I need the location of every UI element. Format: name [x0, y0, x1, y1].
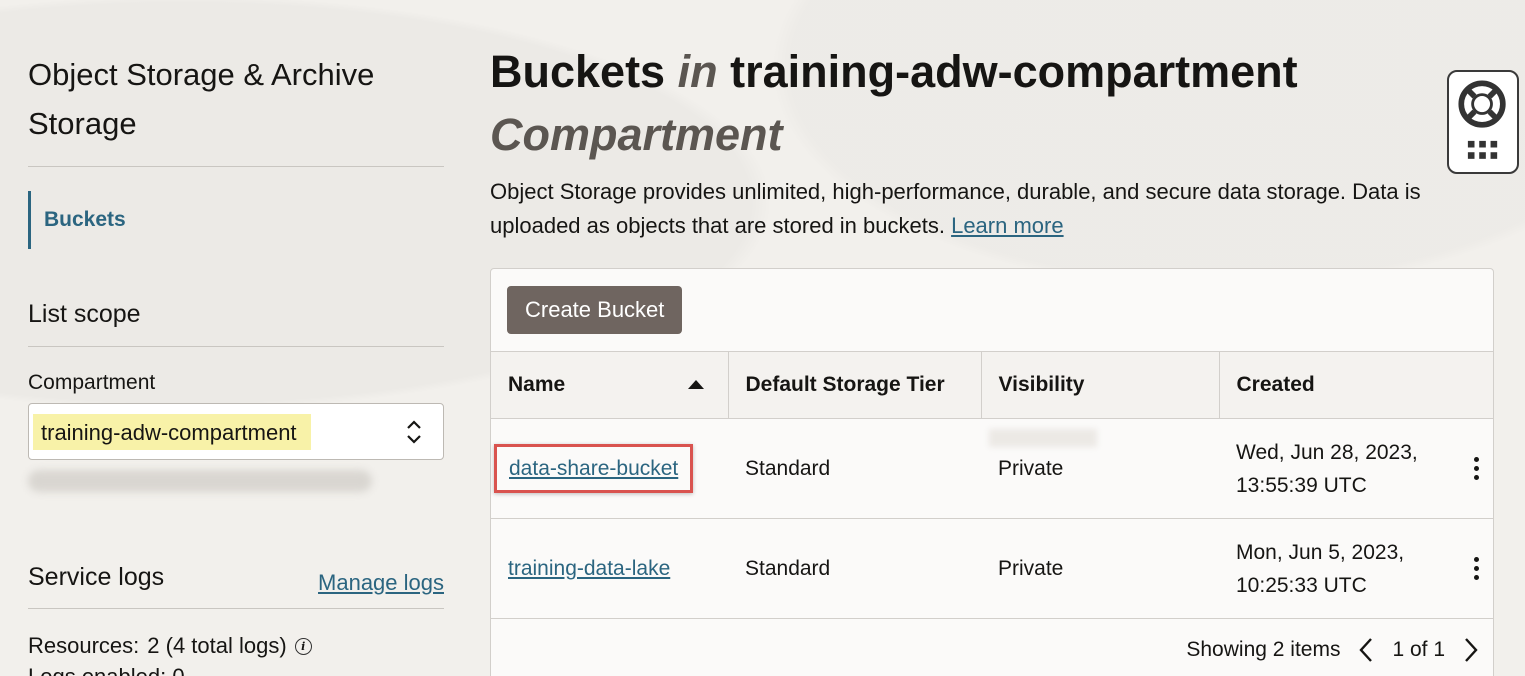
cell-created: Wed, Jun 28, 2023, 13:55:39 UTC: [1219, 418, 1493, 519]
table-row: training-data-lake Standard Private Mon,…: [491, 518, 1493, 619]
resources-value: 2 (4 total logs): [147, 633, 287, 658]
next-page-icon[interactable]: [1463, 637, 1479, 663]
bucket-link[interactable]: data-share-bucket: [509, 457, 678, 480]
lifebuoy-icon: [1458, 80, 1506, 159]
highlight-callout: data-share-bucket: [494, 444, 694, 493]
created-date: Mon, Jun 5, 2023,: [1236, 540, 1405, 564]
showing-count: Showing 2 items: [1186, 638, 1341, 661]
page-title: Buckets in training-adw-compartment Comp…: [490, 40, 1330, 166]
bucket-link[interactable]: training-data-lake: [508, 557, 670, 580]
create-bucket-button[interactable]: Create Bucket: [507, 286, 683, 334]
cell-name: training-data-lake: [491, 518, 728, 619]
divider: [28, 608, 444, 609]
list-scope-heading: List scope: [28, 300, 141, 328]
compartment-select[interactable]: training-adw-compartment: [28, 403, 444, 460]
cell-created: Mon, Jun 5, 2023, 10:25:33 UTC: [1219, 518, 1493, 619]
divider: [28, 346, 444, 347]
buckets-table: Name Default Storage Tier Visibility Cre…: [491, 351, 1493, 619]
resources-summary: Resources: 2 (4 total logs) i: [28, 633, 312, 659]
logs-enabled-value: 0: [172, 664, 184, 676]
buckets-table-panel: Create Bucket Name Default Storage Tier …: [490, 268, 1494, 676]
title-prefix: Buckets: [490, 46, 666, 97]
pagination: Showing 2 items 1 of 1: [1186, 637, 1479, 663]
column-header-visibility: Visibility: [980, 351, 1219, 419]
page-indicator: 1 of 1: [1392, 638, 1445, 661]
table-header-row: Name Default Storage Tier Visibility Cre…: [491, 351, 1493, 419]
compartment-select-value: training-adw-compartment: [33, 413, 311, 450]
column-header-name-label: Name: [508, 373, 566, 396]
created-time: 13:55:39 UTC: [1236, 473, 1367, 497]
info-icon[interactable]: i: [294, 637, 312, 655]
page-description: Object Storage provides unlimited, high-…: [490, 175, 1490, 243]
created-date: Wed, Jun 28, 2023,: [1236, 440, 1418, 464]
previous-page-icon[interactable]: [1358, 637, 1374, 663]
divider: [28, 166, 444, 167]
logs-enabled-label: Logs enabled:: [28, 664, 166, 676]
title-in: in: [677, 46, 718, 97]
table-row: data-share-bucket Standard Private Wed, …: [491, 418, 1493, 519]
title-compartment: training-adw-compartment: [730, 46, 1298, 97]
help-widget[interactable]: [1447, 70, 1519, 174]
sort-ascending-icon[interactable]: [687, 380, 704, 389]
service-logs-heading: Service logs: [28, 563, 165, 591]
column-header-created: Created: [1218, 351, 1493, 419]
sidebar-item-buckets[interactable]: Buckets: [28, 191, 126, 249]
manage-logs-link[interactable]: Manage logs: [318, 570, 444, 596]
compartment-label: Compartment: [28, 371, 156, 394]
visibility-value: Private: [998, 457, 1064, 480]
redacted-compartment-path: [28, 470, 372, 492]
cell-tier: Standard: [728, 418, 981, 519]
cell-visibility: Private: [981, 518, 1219, 619]
sidebar: Object Storage & Archive Storage Buckets…: [28, 0, 444, 676]
learn-more-link[interactable]: Learn more: [951, 213, 1064, 238]
logs-enabled-summary: Logs enabled: 0: [28, 664, 185, 676]
resources-label: Resources:: [28, 633, 140, 658]
cell-visibility: Private: [981, 418, 1219, 519]
column-header-tier: Default Storage Tier: [727, 351, 981, 419]
cell-tier: Standard: [728, 518, 981, 619]
select-chevrons-icon: [407, 420, 421, 444]
title-suffix: Compartment: [490, 109, 783, 160]
column-header-name[interactable]: Name: [491, 351, 728, 419]
row-actions-menu-icon[interactable]: [1474, 457, 1479, 480]
created-time: 10:25:33 UTC: [1236, 573, 1367, 597]
redacted-area: [989, 429, 1097, 447]
sidebar-title: Object Storage & Archive Storage: [28, 57, 375, 141]
cell-name: data-share-bucket: [491, 418, 728, 519]
row-actions-menu-icon[interactable]: [1474, 557, 1479, 580]
